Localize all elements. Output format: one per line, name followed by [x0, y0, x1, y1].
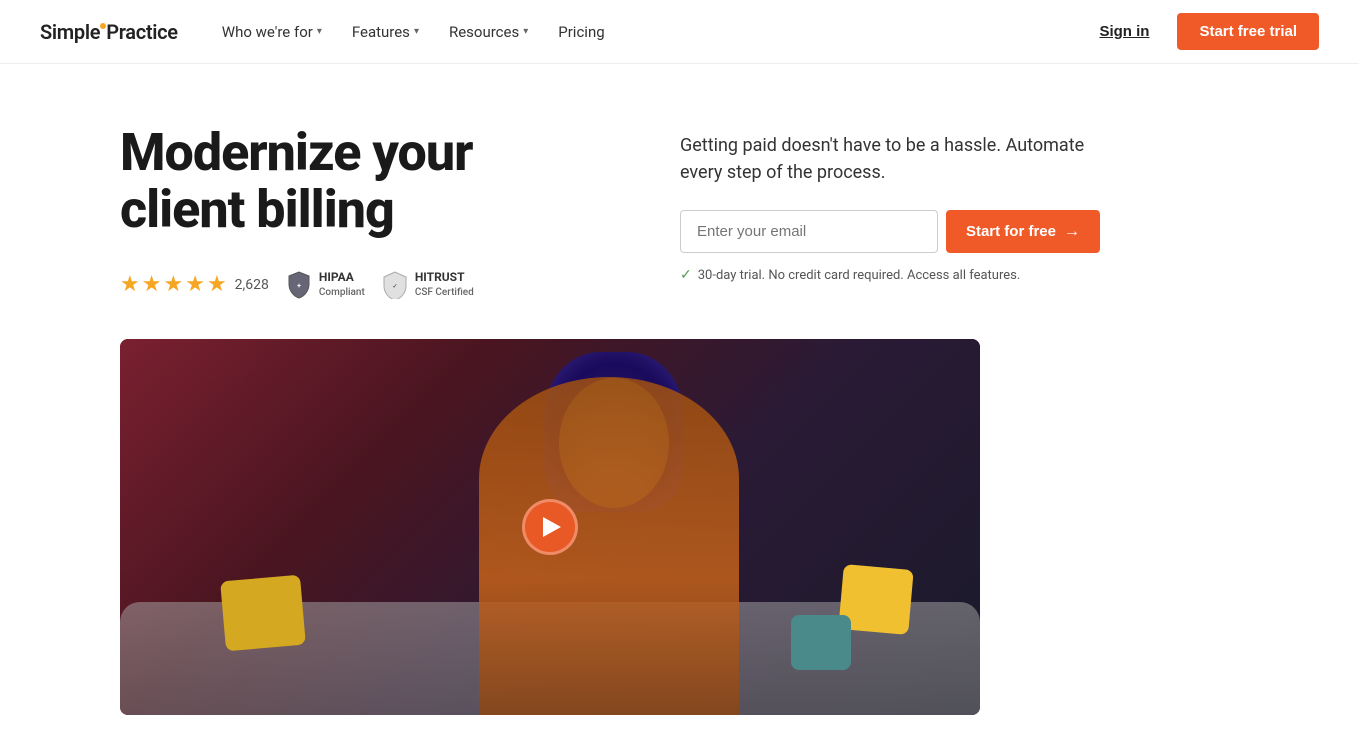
main-nav: SimplePractice Who we're for ▾ Features …: [0, 0, 1359, 64]
svg-text:+: +: [297, 282, 301, 290]
check-icon: ✓: [680, 267, 692, 283]
arrow-right-icon: →: [1064, 223, 1080, 241]
logo-dot: [100, 23, 106, 29]
hitrust-icon: ✓: [381, 271, 409, 299]
chevron-down-icon: ▾: [317, 26, 322, 37]
hitrust-badge: ✓ HITRUST CSF Certified: [381, 270, 474, 299]
hero-subtitle: Getting paid doesn't have to be a hassle…: [680, 132, 1100, 186]
video-section: [0, 339, 1359, 755]
nav-links: Who we're for ▾ Features ▾ Resources ▾ P…: [210, 15, 1088, 49]
pillow-left: [220, 574, 306, 651]
hero-right: Getting paid doesn't have to be a hassle…: [680, 124, 1100, 283]
hero-title: Modernize your client billing: [120, 124, 600, 238]
hipaa-badge: + HIPAA Compliant: [285, 270, 365, 299]
nav-resources[interactable]: Resources ▾: [437, 15, 540, 49]
video-container[interactable]: [120, 339, 980, 715]
hero-badges: ★ ★ ★ ★ ★ 2,628 + HIPAA Compliant: [120, 270, 600, 299]
chevron-down-icon: ▾: [414, 26, 419, 37]
star-2: ★: [142, 272, 162, 297]
nav-who[interactable]: Who we're for ▾: [210, 15, 334, 49]
pillow-teal: [791, 615, 851, 670]
play-button[interactable]: [522, 499, 578, 555]
email-form: Start for free →: [680, 210, 1100, 253]
person-body: [479, 377, 739, 716]
start-trial-button[interactable]: Start free trial: [1177, 13, 1319, 50]
logo-practice: Practice: [106, 20, 178, 44]
hero-left: Modernize your client billing ★ ★ ★ ★ ★ …: [120, 124, 600, 299]
star-rating: ★ ★ ★ ★ ★ 2,628: [120, 272, 269, 297]
trial-note: ✓ 30-day trial. No credit card required.…: [680, 267, 1100, 283]
nav-features[interactable]: Features ▾: [340, 15, 431, 49]
logo-simple: Simple: [40, 20, 100, 44]
logo[interactable]: SimplePractice: [40, 20, 178, 44]
chevron-down-icon: ▾: [523, 26, 528, 37]
review-count: 2,628: [235, 277, 269, 293]
svg-text:✓: ✓: [392, 283, 397, 290]
hipaa-icon: +: [285, 271, 313, 299]
star-4: ★: [185, 272, 205, 297]
start-for-free-button[interactable]: Start for free →: [946, 210, 1100, 253]
star-1: ★: [120, 272, 140, 297]
nav-pricing[interactable]: Pricing: [546, 15, 616, 49]
hitrust-text: HITRUST CSF Certified: [415, 270, 474, 299]
play-icon: [543, 517, 561, 537]
star-5-half: ★: [207, 272, 227, 297]
star-3: ★: [163, 272, 183, 297]
hero-section: Modernize your client billing ★ ★ ★ ★ ★ …: [0, 64, 1359, 339]
nav-right: Sign in Start free trial: [1087, 13, 1319, 50]
sign-in-button[interactable]: Sign in: [1087, 15, 1161, 48]
hipaa-text: HIPAA Compliant: [319, 270, 365, 299]
email-input[interactable]: [680, 210, 938, 253]
